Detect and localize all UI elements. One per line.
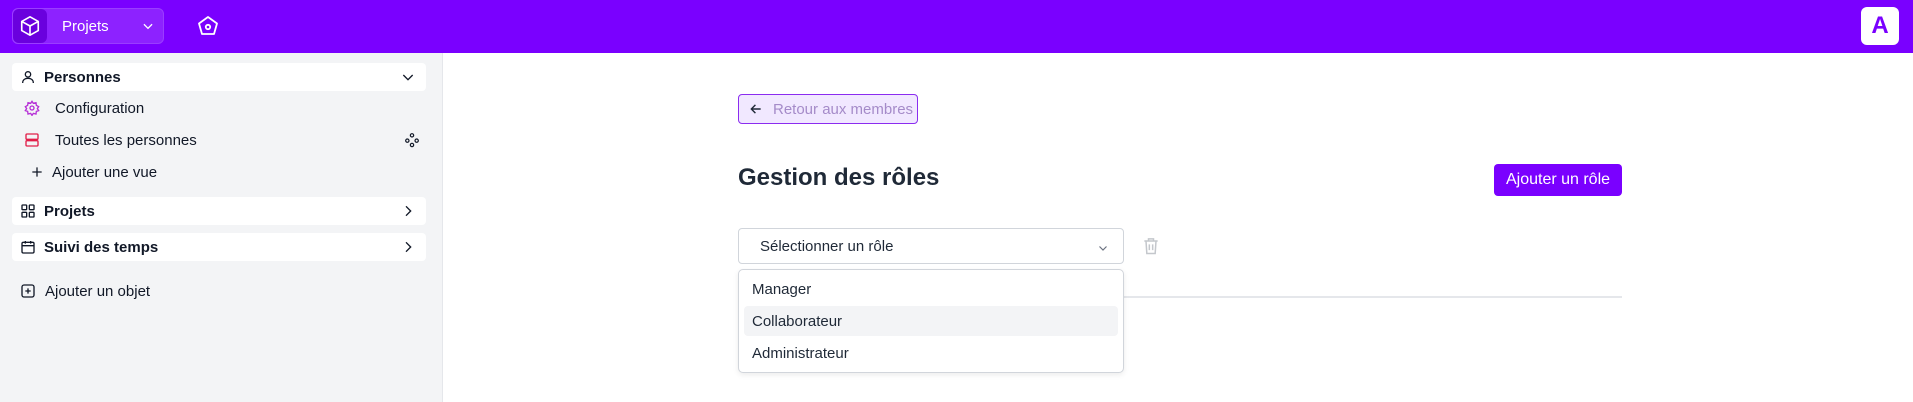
divider [1124,296,1622,298]
chevron-down-icon [1097,241,1109,259]
chevron-right-icon [400,239,416,260]
gear-icon [24,100,40,116]
cube-logo-icon [13,9,47,43]
role-dropdown-menu: Manager Collaborateur Administrateur [738,269,1124,373]
sidebar-group-label: Personnes [44,68,121,86]
user-icon [20,69,36,85]
arrow-left-icon [749,102,763,116]
sidebar-group-personnes[interactable]: Personnes [12,63,426,91]
role-option-administrateur[interactable]: Administrateur [744,338,1118,368]
project-switcher-label: Projets [62,18,109,35]
sidebar-group-label: Suivi des temps [44,238,159,256]
home-icon[interactable] [194,12,222,40]
role-select-value: Sélectionner un rôle [760,237,894,255]
add-object-label: Ajouter un objet [45,282,151,300]
plus-icon [29,164,45,180]
add-object-button[interactable]: Ajouter un objet [20,278,422,304]
sidebar-group-suivi-des-temps[interactable]: Suivi des temps [12,233,426,261]
sidebar: Personnes Configuration Toutes les perso… [0,53,443,402]
top-bar: Projets A [0,0,1913,53]
plus-square-icon [20,283,36,299]
role-select[interactable]: Sélectionner un rôle [738,228,1124,264]
avatar[interactable]: A [1861,7,1899,45]
sidebar-item-label: Toutes les personnes [55,131,197,149]
sidebar-group-label: Projets [44,202,95,220]
chevron-right-icon [400,203,416,224]
project-switcher[interactable]: Projets [12,8,164,44]
sidebar-item-configuration[interactable]: Configuration [24,95,426,121]
chevron-down-icon [400,69,416,90]
chevron-down-icon [141,19,155,38]
role-option-collaborateur[interactable]: Collaborateur [744,306,1118,336]
role-option-manager[interactable]: Manager [744,274,1118,304]
sidebar-item-toutes-les-personnes[interactable]: Toutes les personnes [24,127,426,153]
trash-icon[interactable] [1140,234,1162,258]
table-icon [24,132,40,148]
calendar-icon [20,239,36,255]
page-title: Gestion des rôles [738,164,940,191]
add-role-button[interactable]: Ajouter un rôle [1494,164,1622,196]
sidebar-item-ajouter-une-vue[interactable]: Ajouter une vue [24,159,426,185]
sidebar-item-label: Ajouter une vue [52,163,158,181]
sidebar-item-label: Configuration [55,99,145,117]
back-to-members-label: Retour aux membres [773,100,914,118]
grid-icon [20,203,36,219]
back-to-members-button[interactable]: Retour aux membres [738,94,918,124]
users-group-icon[interactable] [404,132,420,152]
sidebar-group-projets[interactable]: Projets [12,197,426,225]
